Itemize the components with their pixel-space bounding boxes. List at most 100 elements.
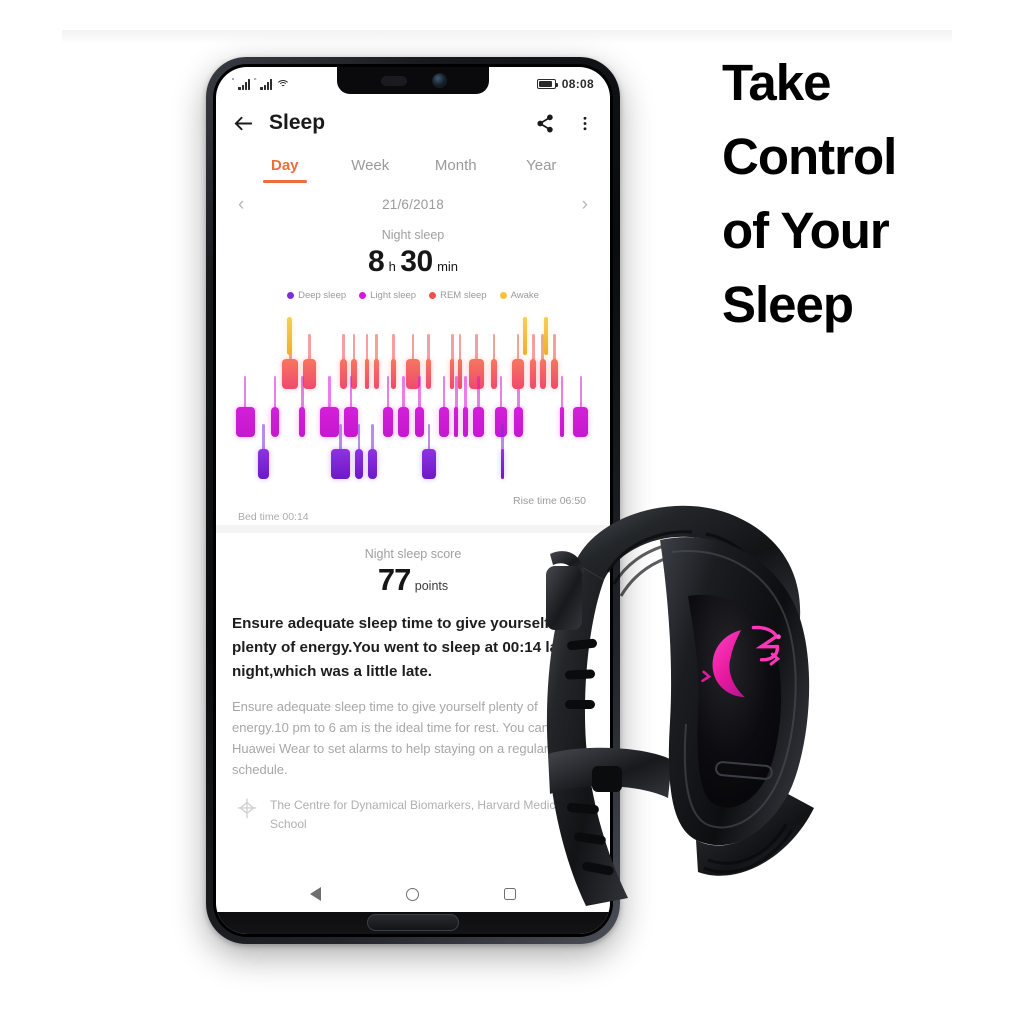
night-sleep-label: Night sleep [381,228,445,242]
hypnogram-segment [258,449,269,479]
smart-band-device: 8h30m [520,468,825,908]
hypnogram-segment [299,407,306,437]
hypnogram-segment [500,449,505,479]
hypnogram-segment [286,317,293,355]
sleep-hypnogram-chart [234,315,592,491]
hypnogram-segment [450,359,455,389]
legend-label-awake: Awake [510,290,539,301]
nav-home-circle-icon[interactable] [405,887,419,901]
chevron-right-icon[interactable]: › [582,195,588,214]
hypnogram-segment [550,359,558,389]
bed-time-label: Bed time 00:14 [238,511,309,523]
poster-canvas: Take Control of Your Sleep “ “ 08:08 Sle… [0,0,1010,1010]
hypnogram-segment [573,407,589,437]
hypnogram-segment [472,407,484,437]
hypnogram-segment [511,359,525,389]
hypnogram-segment [319,407,340,437]
hypnogram-segment [457,359,462,389]
hypnogram-segment [364,359,370,389]
sleep-score-number: 77 [377,562,411,597]
hypnogram-segment [513,407,524,437]
legend-dot-deep [287,292,295,299]
sleep-score-unit: points [414,579,449,593]
hypnogram-segment [543,317,548,355]
tab-month[interactable]: Month [413,157,499,183]
chevron-left-icon[interactable]: ‹ [238,195,244,214]
hypnogram-segment [530,359,537,389]
app-bar: Sleep [216,97,610,149]
wifi-icon [276,79,291,90]
phone-notch [337,67,489,94]
legend-dot-rem [429,292,437,299]
front-camera-icon [432,74,446,87]
hypnogram-segment [539,359,546,389]
hypnogram-segment [302,359,317,389]
hypnogram-segment [340,359,347,389]
sleep-duration: 8 h 30 min [216,245,610,279]
signal-bars-icon [238,78,251,90]
page-title: Sleep [269,111,326,134]
battery-icon [536,79,559,89]
hypnogram-segment [454,407,459,437]
night-sleep-summary: Night sleep 8 h 30 min [216,216,610,279]
hypnogram-segment [368,449,378,479]
sleep-minutes-unit: min [437,259,459,274]
tab-week[interactable]: Week [328,157,414,183]
sim2-label-icon: “ [254,77,257,85]
status-bar-right: 08:08 [536,77,594,91]
smart-band-illustration [546,505,814,906]
hypnogram-segment [422,449,436,479]
hypnogram-segment [491,359,497,389]
hypnogram-segment [351,359,357,389]
hypnogram-segment [355,449,363,479]
hypnogram-segment [383,407,393,437]
period-tabs: Day Week Month Year [216,149,610,183]
legend-item-light: Light sleep [359,290,416,301]
headline-line-3: of Your [722,202,890,259]
sleep-hours: 8 [367,245,385,278]
sim1-label-icon: “ [232,77,235,85]
legend-item-deep: Deep sleep [287,290,346,301]
hypnogram-plot-area [234,315,592,491]
tab-day[interactable]: Day [242,157,328,183]
band-buckle-slot [592,766,622,792]
hypnogram-segment [439,407,449,437]
legend-dot-awake [499,292,507,299]
hypnogram-segment [463,407,468,437]
band-clasp-body [546,566,582,630]
headline-line-4: Sleep [722,276,854,333]
hypnogram-segment [414,407,424,437]
hypnogram-segment [523,317,528,355]
legend-label-deep: Deep sleep [298,290,347,301]
status-bar-clock: 08:08 [561,77,594,91]
background-band [62,30,952,44]
sleep-hours-unit: h [388,259,396,274]
date-navigator: ‹ 21/6/2018 › [216,183,610,216]
earpiece-speaker-icon [380,75,407,86]
nav-recents-square-icon[interactable] [503,888,516,900]
sleep-minutes: 30 [400,245,433,278]
signal-bars-icon-2 [260,78,273,90]
hypnogram-segment [398,407,410,437]
harvard-shield-icon [234,796,260,827]
legend-label-rem: REM sleep [440,290,487,301]
hypnogram-segment [373,359,379,389]
hypnogram-segment [282,359,299,389]
hypnogram-segment [330,449,350,479]
legend-item-awake: Awake [499,290,539,301]
status-bar-left: “ “ [232,77,291,90]
legend-label-light: Light sleep [370,290,417,301]
hypnogram-segment [271,407,279,437]
hypnogram-segment [560,407,564,437]
share-icon[interactable] [535,113,556,134]
hypnogram-segment [235,407,255,437]
hypnogram-segment [390,359,396,389]
fingerprint-home-button[interactable] [367,914,459,931]
tab-year[interactable]: Year [499,157,585,183]
current-date: 21/6/2018 [382,197,444,212]
marketing-headline: Take Control of Your Sleep [722,46,997,342]
back-arrow-icon[interactable] [232,112,255,135]
nav-back-triangle-icon[interactable] [310,887,322,901]
more-vertical-icon[interactable] [576,113,594,134]
hypnogram-segment [426,359,432,389]
